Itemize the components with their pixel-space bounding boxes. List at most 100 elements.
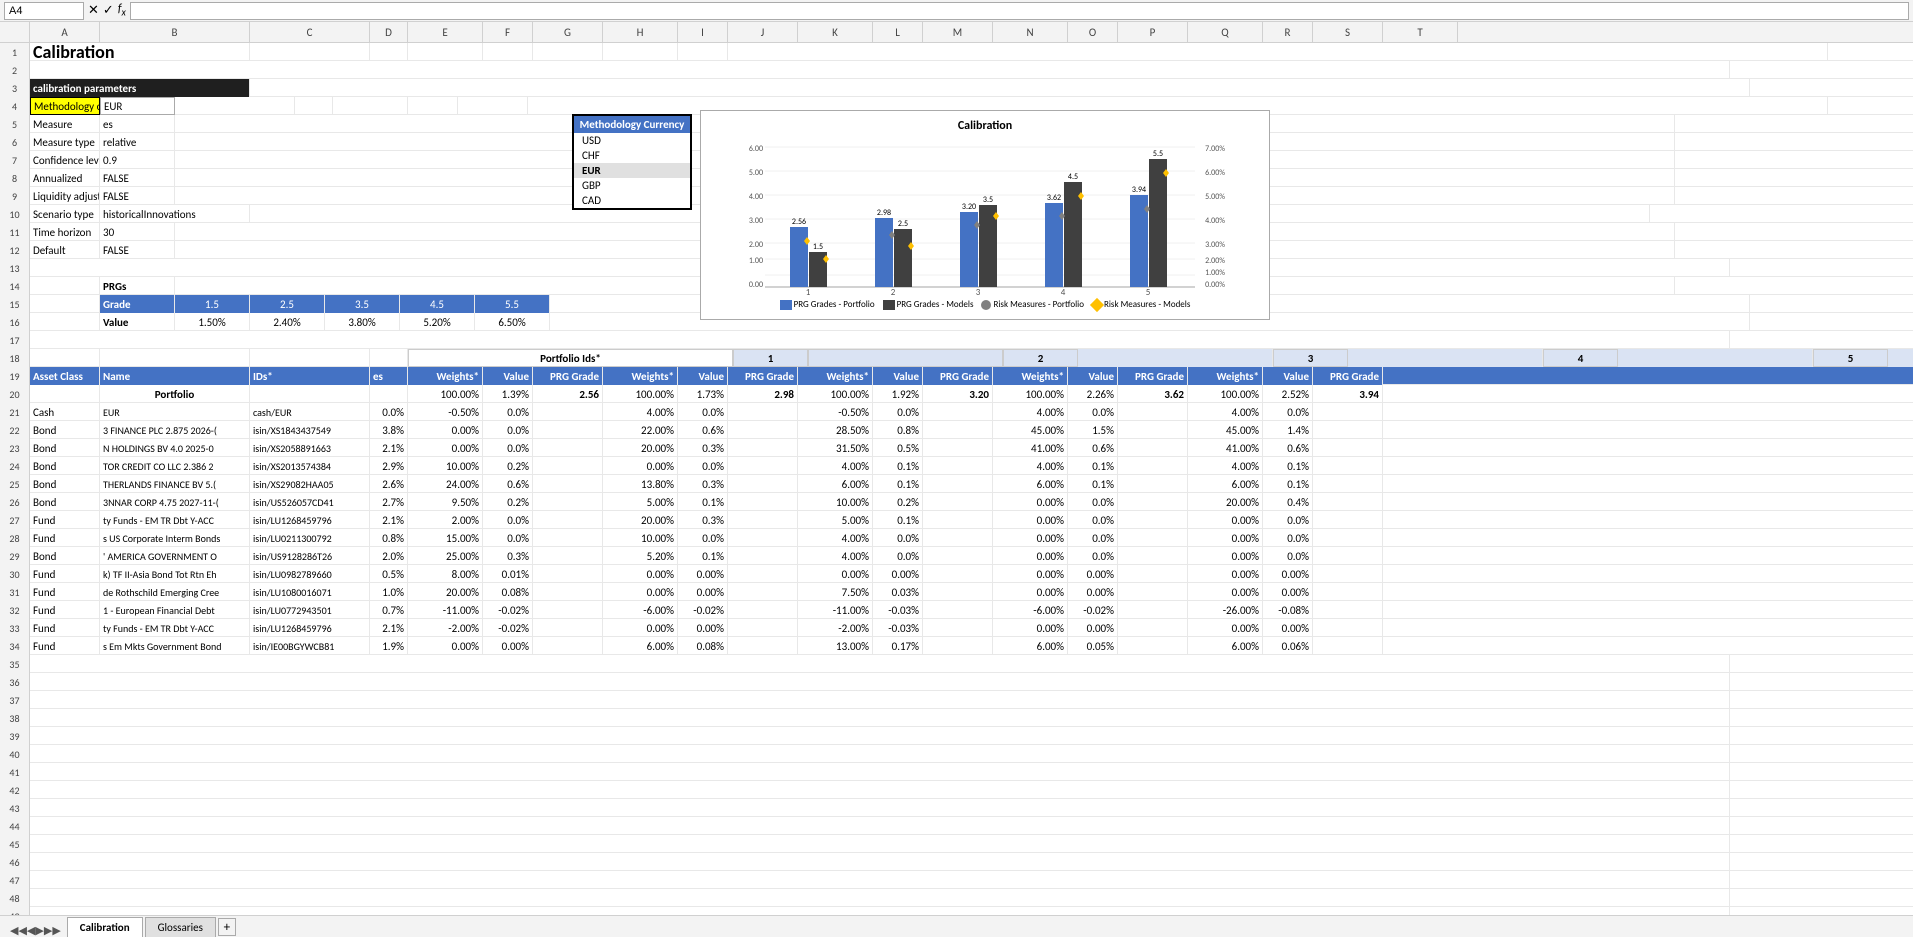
- col-S[interactable]: S: [1313, 22, 1383, 42]
- cell-name-box[interactable]: [4, 2, 84, 20]
- portfolio-cell: Portfolio: [100, 385, 250, 403]
- col-F[interactable]: F: [483, 22, 533, 42]
- tab-glossaries[interactable]: Glossaries: [145, 917, 216, 937]
- default-label: Default: [30, 241, 100, 259]
- svg-text:0.00%: 0.00%: [1205, 280, 1225, 290]
- col-Q[interactable]: Q: [1188, 22, 1263, 42]
- liq-value: FALSE: [100, 187, 175, 205]
- row-38: 38: [0, 709, 1913, 727]
- col-L[interactable]: L: [873, 22, 923, 42]
- annualized-value: FALSE: [100, 169, 175, 187]
- svg-text:6.00: 6.00: [749, 144, 763, 154]
- chart-title: Calibration: [709, 119, 1261, 133]
- col-O[interactable]: O: [1068, 22, 1118, 42]
- hdr-v3: Value: [873, 367, 923, 385]
- nav-first[interactable]: ◀◀: [10, 924, 27, 937]
- conf-value: 0.9: [100, 151, 175, 169]
- p-g4: 3.62: [1118, 385, 1188, 403]
- horizon-label: Time horizon: [30, 223, 100, 241]
- p-g5: 3.94: [1313, 385, 1383, 403]
- row-47: 47: [0, 871, 1913, 889]
- nav-next[interactable]: ▶: [35, 924, 43, 937]
- title-cell[interactable]: Calibration: [30, 43, 250, 61]
- col-G[interactable]: G: [533, 22, 603, 42]
- dropdown-gbp[interactable]: GBP: [574, 178, 690, 193]
- col-D[interactable]: D: [370, 22, 408, 42]
- row4-g: [458, 97, 528, 115]
- dropdown-title: Methodology Currency: [574, 116, 690, 133]
- hdr-g2: PRG Grade: [728, 367, 798, 385]
- grade-label: Grade: [100, 295, 175, 313]
- svg-text:0.00: 0.00: [749, 280, 763, 290]
- p-g1: 2.56: [533, 385, 603, 403]
- grade-4: 4.5: [400, 295, 475, 313]
- prgs-label: PRGs: [100, 277, 175, 295]
- col-P[interactable]: P: [1118, 22, 1188, 42]
- row-44: 44: [0, 817, 1913, 835]
- row-45: 45: [0, 835, 1913, 853]
- grade-5: 5.5: [475, 295, 550, 313]
- add-sheet-button[interactable]: +: [218, 918, 236, 936]
- svg-text:1.5: 1.5: [813, 242, 823, 252]
- sheet-nav: ◀◀ ◀ ▶ ▶▶: [10, 924, 61, 937]
- col-H[interactable]: H: [603, 22, 678, 42]
- nav-last[interactable]: ▶▶: [44, 924, 61, 937]
- calib-params-label: calibration parameters: [30, 79, 250, 97]
- row3-rest: [250, 79, 1750, 97]
- pid-5: 5: [1813, 349, 1888, 367]
- hdr-es: es: [370, 367, 408, 385]
- pid-3: 3: [1273, 349, 1348, 367]
- svg-text:2.5: 2.5: [898, 219, 908, 229]
- hdr-g3: PRG Grade: [923, 367, 993, 385]
- p-v3: 1.92%: [873, 385, 923, 403]
- dropdown-usd[interactable]: USD: [574, 133, 690, 148]
- col-K[interactable]: K: [798, 22, 873, 42]
- row-33: 33 Fund ty Funds - EM TR Dbt Y-ACC isin/…: [0, 619, 1913, 637]
- hdr-w3: Weights*: [798, 367, 873, 385]
- col-R[interactable]: R: [1263, 22, 1313, 42]
- p-w1: 100.00%: [408, 385, 483, 403]
- cell-1rest: [728, 43, 1828, 61]
- confirm-icon[interactable]: ✓: [103, 3, 114, 18]
- cancel-icon[interactable]: ✕: [88, 3, 99, 18]
- col-E[interactable]: E: [408, 22, 483, 42]
- svg-text:5.00%: 5.00%: [1205, 192, 1225, 202]
- col-T[interactable]: T: [1383, 22, 1458, 42]
- methodology-value[interactable]: EUR: [100, 97, 175, 115]
- formula-bar[interactable]: =elPrgMethodology(H6,TRUE): [130, 2, 1909, 20]
- dropdown-chf[interactable]: CHF: [574, 148, 690, 163]
- row-17: 17: [0, 331, 1913, 349]
- col-J[interactable]: J: [728, 22, 798, 42]
- col-C[interactable]: C: [250, 22, 370, 42]
- chart-svg: 7.00% 6.00% 5.00% 4.00% 3.00% 2.00% 1.00…: [709, 137, 1261, 297]
- col-A[interactable]: A: [30, 22, 100, 42]
- svg-text:4.00%: 4.00%: [1205, 216, 1225, 226]
- row-27: 27 Fund ty Funds - EM TR Dbt Y-ACC isin/…: [0, 511, 1913, 529]
- liq-label: Liquidity adjusted: [30, 187, 100, 205]
- hdr-g5: PRG Grade: [1313, 367, 1383, 385]
- function-icon[interactable]: fx: [118, 2, 126, 18]
- bar-3-portfolio: [960, 212, 978, 287]
- col-M[interactable]: M: [923, 22, 993, 42]
- row4-d: [295, 97, 333, 115]
- row-21: 21 Cash EUR cash/EUR 0.0% -0.50% 0.0% 4.…: [0, 403, 1913, 421]
- col-I[interactable]: I: [678, 22, 728, 42]
- col-B[interactable]: B: [100, 22, 250, 42]
- nav-prev[interactable]: ◀: [27, 924, 35, 937]
- dropdown-cad[interactable]: CAD: [574, 193, 690, 208]
- methodology-label: Methodology currency: [30, 97, 100, 115]
- svg-text:3.62: 3.62: [1047, 193, 1061, 203]
- pid-1: 1: [733, 349, 808, 367]
- row-23: 23 Bond N HOLDINGS BV 4.0 2025-0 isin/XS…: [0, 439, 1913, 457]
- svg-text:2.00%: 2.00%: [1205, 256, 1225, 266]
- tab-calibration[interactable]: Calibration: [67, 917, 143, 937]
- measure-value: es: [100, 115, 175, 133]
- hdr-v4: Value: [1068, 367, 1118, 385]
- cell-1i: [678, 43, 728, 61]
- col-N[interactable]: N: [993, 22, 1068, 42]
- dropdown-eur[interactable]: EUR: [574, 163, 690, 178]
- hdr-name: Name: [100, 367, 250, 385]
- measure-type-label: Measure type: [30, 133, 100, 151]
- hdr-ids: IDs*: [250, 367, 370, 385]
- p-w4: 100.00%: [993, 385, 1068, 403]
